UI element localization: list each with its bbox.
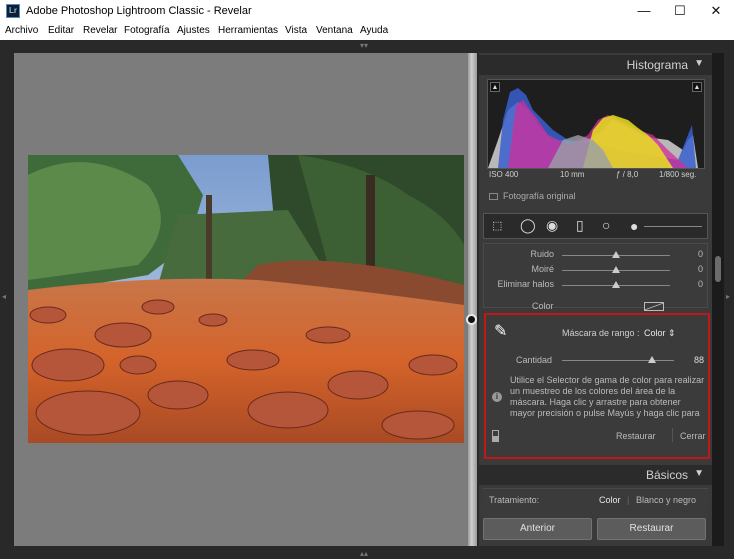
shutter-speed: 1/800 seg. xyxy=(659,170,697,179)
shadow-clipping-icon[interactable]: ▲ xyxy=(490,82,500,92)
menu-revelar[interactable]: Revelar xyxy=(83,25,117,36)
collapse-triangle-icon[interactable]: ▼ xyxy=(694,58,704,69)
photo-preview-area[interactable] xyxy=(14,53,468,546)
menu-ajustes[interactable]: Ajustes xyxy=(177,25,210,36)
scrollbar-thumb[interactable] xyxy=(715,256,721,282)
minimize-button[interactable]: — xyxy=(626,0,662,23)
color-label: Color xyxy=(532,301,554,311)
treatment-row: Tratamiento: Color | Blanco y negro xyxy=(483,488,708,510)
previous-button[interactable]: Anterior xyxy=(483,518,592,540)
slider-thumb[interactable] xyxy=(612,281,620,288)
detail-section: Ruido 0 Moiré 0 Eliminar halos 0 Color xyxy=(483,243,709,311)
right-panel-scrollbar[interactable] xyxy=(712,53,724,546)
top-panel-toggle-icon[interactable]: ▾▾ xyxy=(360,41,368,50)
checkbox-icon[interactable] xyxy=(489,193,498,201)
slider-label: Ruido xyxy=(530,249,554,259)
mask-toggle-icon[interactable] xyxy=(492,430,499,442)
range-mask-info-text: Utilice el Selector de gama de color par… xyxy=(510,375,705,418)
slider-label: Eliminar halos xyxy=(497,279,554,289)
iso-value: ISO 400 xyxy=(489,170,519,179)
photo-image[interactable] xyxy=(28,155,464,443)
histogram-header[interactable]: Histograma ▼ xyxy=(479,55,712,75)
amount-label: Cantidad xyxy=(516,355,553,365)
graduated-filter-icon[interactable]: ▯ xyxy=(576,217,584,234)
reset-button[interactable]: Restaurar xyxy=(597,518,706,540)
amount-slider-thumb[interactable] xyxy=(648,356,656,363)
radial-filter-icon[interactable]: ○ xyxy=(602,217,610,233)
range-mask-dropdown[interactable]: Color ⇕ xyxy=(644,328,676,339)
basic-title: Básicos xyxy=(645,468,688,482)
treatment-color-option[interactable]: Color xyxy=(599,495,621,505)
menu-vista[interactable]: Vista xyxy=(285,25,307,36)
menu-ventana[interactable]: Ventana xyxy=(316,25,353,36)
eyedropper-icon[interactable]: ✎ xyxy=(494,321,507,341)
slider-label: Moiré xyxy=(531,264,554,274)
bottom-button-bar: Anterior Restaurar xyxy=(479,516,712,546)
noise-slider-row[interactable]: Ruido 0 xyxy=(484,249,709,261)
range-mask-panel: ✎ Máscara de rango : Color ⇕ Cantidad 88… xyxy=(484,313,710,459)
histogram-chart xyxy=(488,88,698,168)
original-photo-label: Fotografía original xyxy=(503,191,576,201)
histogram-exif: ISO 400 10 mm ƒ / 8,0 1/800 seg. xyxy=(489,170,701,182)
highlight-clipping-icon[interactable]: ▲ xyxy=(692,82,702,92)
window-title: Adobe Photoshop Lightroom Classic - Reve… xyxy=(26,5,252,17)
left-panel-toggle-icon[interactable]: ◂ xyxy=(2,292,6,301)
original-photo-toggle[interactable]: Fotografía original xyxy=(489,191,576,201)
lightroom-app-icon: Lr xyxy=(6,4,20,18)
menu-ayuda[interactable]: Ayuda xyxy=(360,25,388,36)
menu-bar: Archivo Editar Revelar Fotografía Ajuste… xyxy=(0,23,734,40)
basic-header[interactable]: Básicos ▼ xyxy=(479,465,712,485)
range-mask-label: Máscara de rango : xyxy=(562,328,640,338)
amount-slider-track[interactable] xyxy=(562,360,674,361)
slider-thumb[interactable] xyxy=(612,251,620,258)
slider-value: 0 xyxy=(697,279,703,289)
treatment-separator: | xyxy=(627,495,630,505)
right-panel: Histograma ▼ ▲ ▲ ISO 400 10 mm ƒ / 8,0 1… xyxy=(479,53,712,546)
amount-value[interactable]: 88 xyxy=(694,355,704,365)
divider-handle-icon[interactable] xyxy=(466,314,477,325)
moire-slider-row[interactable]: Moiré 0 xyxy=(484,264,709,276)
slider-value: 0 xyxy=(697,249,703,259)
treatment-bw-option[interactable]: Blanco y negro xyxy=(636,495,696,505)
slider-value: 0 xyxy=(697,264,703,274)
adjustment-brush-icon[interactable]: ● xyxy=(630,218,638,234)
develop-workspace: ▾▾ ▴▴ ◂ Histograma ▼ ▲ ▲ ISO 400 10 mm ƒ… xyxy=(0,40,734,559)
range-mask-reset-button[interactable]: Restaurar xyxy=(616,431,656,441)
focal-length: 10 mm xyxy=(560,170,585,179)
slider-thumb[interactable] xyxy=(612,266,620,273)
menu-fotografia[interactable]: Fotografía xyxy=(124,25,170,36)
red-eye-icon[interactable]: ◉ xyxy=(546,217,558,234)
treatment-label: Tratamiento: xyxy=(489,495,540,505)
menu-herramientas[interactable]: Herramientas xyxy=(218,25,278,36)
menu-archivo[interactable]: Archivo xyxy=(5,25,38,36)
tool-strip: ⬚ ◯ ◉ ▯ ○ ● xyxy=(483,213,708,239)
right-panel-toggle-icon[interactable]: ▸ xyxy=(726,292,730,301)
window-title-bar: Lr Adobe Photoshop Lightroom Classic - R… xyxy=(0,0,734,23)
histogram-graph[interactable]: ▲ ▲ xyxy=(487,79,705,169)
color-swatch-icon[interactable] xyxy=(644,302,664,311)
crop-overlay-icon[interactable]: ⬚ xyxy=(492,219,502,232)
aperture-value: ƒ / 8,0 xyxy=(616,170,639,179)
bottom-panel-toggle-icon[interactable]: ▴▴ xyxy=(360,549,368,558)
range-mask-close-button[interactable]: Cerrar xyxy=(680,431,706,441)
landscape-photo xyxy=(28,155,464,443)
close-button[interactable]: ✕ xyxy=(698,0,734,23)
collapse-triangle-icon[interactable]: ▼ xyxy=(694,468,704,479)
info-icon: i xyxy=(492,392,502,402)
brush-slider-track[interactable] xyxy=(644,226,702,227)
spot-removal-icon[interactable]: ◯ xyxy=(520,217,536,234)
footer-divider xyxy=(672,428,673,442)
defringe-slider-row[interactable]: Eliminar halos 0 xyxy=(484,279,709,291)
menu-editar[interactable]: Editar xyxy=(48,25,74,36)
histogram-title: Histograma xyxy=(626,58,688,72)
maximize-button[interactable]: ☐ xyxy=(662,0,698,23)
panel-divider[interactable] xyxy=(468,53,477,546)
